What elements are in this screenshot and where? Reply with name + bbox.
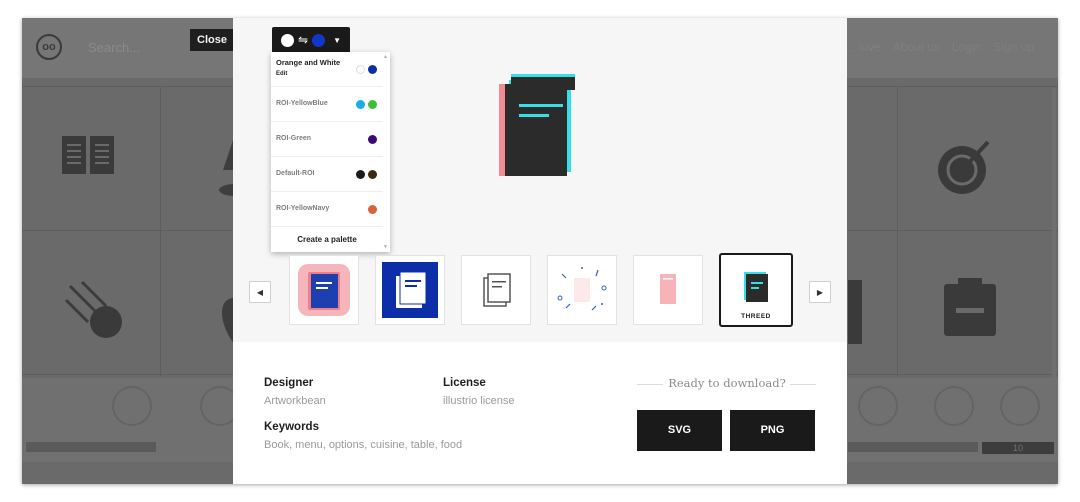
style-thumbnail-pink-flat[interactable] xyxy=(633,255,703,325)
book-threed-icon xyxy=(744,272,768,302)
color-swatch xyxy=(368,65,377,74)
create-palette-button[interactable]: Create a palette xyxy=(271,227,383,252)
palette-swatches xyxy=(356,170,377,179)
book-preview-icon xyxy=(499,74,575,176)
palette-option[interactable]: Default-ROI xyxy=(271,157,383,192)
book-open-icon xyxy=(62,136,114,174)
palette-option-name: Orange and White xyxy=(276,58,341,67)
grid-line xyxy=(160,86,161,376)
palette-dropdown: Orange and White Edit ROI-YellowBlue ROI… xyxy=(271,52,390,252)
style-thumbnail-blue[interactable] xyxy=(375,255,445,325)
palette-option[interactable]: ROI-YellowNavy xyxy=(271,192,383,227)
color-swatch xyxy=(368,205,377,214)
dropdown-scrollbar[interactable]: ▲ ▼ xyxy=(383,54,389,250)
clipboard-icon xyxy=(944,278,996,336)
target-icon xyxy=(938,140,990,194)
license-label: License xyxy=(443,377,486,389)
palette-selector[interactable]: ⇋ ▼ xyxy=(272,27,350,53)
style-thumbnail-sparkle[interactable] xyxy=(547,255,617,325)
background-tab[interactable]: 10 xyxy=(982,442,1054,454)
meteor-icon xyxy=(64,280,122,338)
book-gradient-icon xyxy=(298,264,350,316)
keywords-label: Keywords xyxy=(264,421,319,433)
color-swatch xyxy=(368,170,377,179)
palette-option-name: ROI-Green xyxy=(276,135,312,142)
palette-edit-link[interactable]: Edit xyxy=(276,71,287,77)
background-scrollbar[interactable] xyxy=(1052,88,1056,378)
circle-icon xyxy=(1000,386,1040,426)
palette-option[interactable]: Orange and White Edit xyxy=(271,52,383,87)
background-tile-fragment xyxy=(848,280,862,344)
palette-option[interactable]: ROI-Green xyxy=(271,122,383,157)
nav-signup[interactable]: Sign up xyxy=(993,40,1034,54)
download-prompt: Ready to download? xyxy=(668,376,786,390)
style-thumbnail-pink-gradient[interactable] xyxy=(289,255,359,325)
license-link[interactable]: illustrio license xyxy=(443,395,515,407)
keywords-value: Book, menu, options, cuisine, table, foo… xyxy=(264,439,463,451)
color-swatch xyxy=(356,100,365,109)
carousel-next-button[interactable]: ▶ xyxy=(809,281,831,303)
style-thumbnail-threed[interactable]: THREED xyxy=(719,253,793,327)
background-search[interactable]: Search... xyxy=(88,40,140,55)
nav-love[interactable]: ... love xyxy=(845,40,880,54)
background-label xyxy=(848,442,978,452)
palette-from-color xyxy=(281,33,294,47)
palette-swatches xyxy=(368,205,377,214)
site-logo[interactable]: oo xyxy=(36,34,62,60)
download-svg-button[interactable]: SVG xyxy=(637,410,722,451)
background-label xyxy=(26,442,156,452)
palette-swatches xyxy=(368,135,377,144)
palette-swatches xyxy=(356,65,377,74)
color-swatch xyxy=(356,65,365,74)
book-outline-icon xyxy=(483,273,511,307)
download-png-button[interactable]: PNG xyxy=(730,410,815,451)
scroll-up-icon[interactable]: ▲ xyxy=(383,54,388,60)
grid-line xyxy=(897,86,898,376)
close-button[interactable]: Close xyxy=(190,29,234,51)
palette-option-name: Default-ROI xyxy=(276,170,315,177)
style-thumbnail-outline[interactable] xyxy=(461,255,531,325)
palette-option-name: ROI-YellowBlue xyxy=(276,100,328,107)
caret-down-icon: ▼ xyxy=(333,35,341,45)
nav-login[interactable]: Login xyxy=(952,40,981,54)
color-swatch xyxy=(368,100,377,109)
nav-about[interactable]: About us xyxy=(893,40,940,54)
color-swatch xyxy=(356,170,365,179)
circle-icon xyxy=(858,386,898,426)
color-swatch xyxy=(368,135,377,144)
palette-option[interactable]: ROI-YellowBlue xyxy=(271,87,383,122)
scroll-down-icon[interactable]: ▼ xyxy=(383,244,388,250)
swap-icon: ⇋ xyxy=(298,33,309,47)
circle-icon xyxy=(112,386,152,426)
book-sparkle-icon xyxy=(557,267,607,311)
icon-detail-modal: ⇋ ▼ Orange and White Edit ROI-YellowBlue… xyxy=(233,18,847,484)
designer-label: Designer xyxy=(264,377,314,389)
carousel-prev-button[interactable]: ◀ xyxy=(249,281,271,303)
designer-link[interactable]: Artworkbean xyxy=(264,395,326,407)
background-nav: ... love About us Login Sign up xyxy=(845,40,1034,54)
palette-option-name: ROI-YellowNavy xyxy=(276,205,330,212)
book-blue-icon xyxy=(382,262,438,318)
palette-swatches xyxy=(356,100,377,109)
circle-icon xyxy=(934,386,974,426)
book-pink-icon xyxy=(660,274,676,304)
thumbnail-label: THREED xyxy=(741,313,771,320)
palette-to-color xyxy=(312,33,326,47)
